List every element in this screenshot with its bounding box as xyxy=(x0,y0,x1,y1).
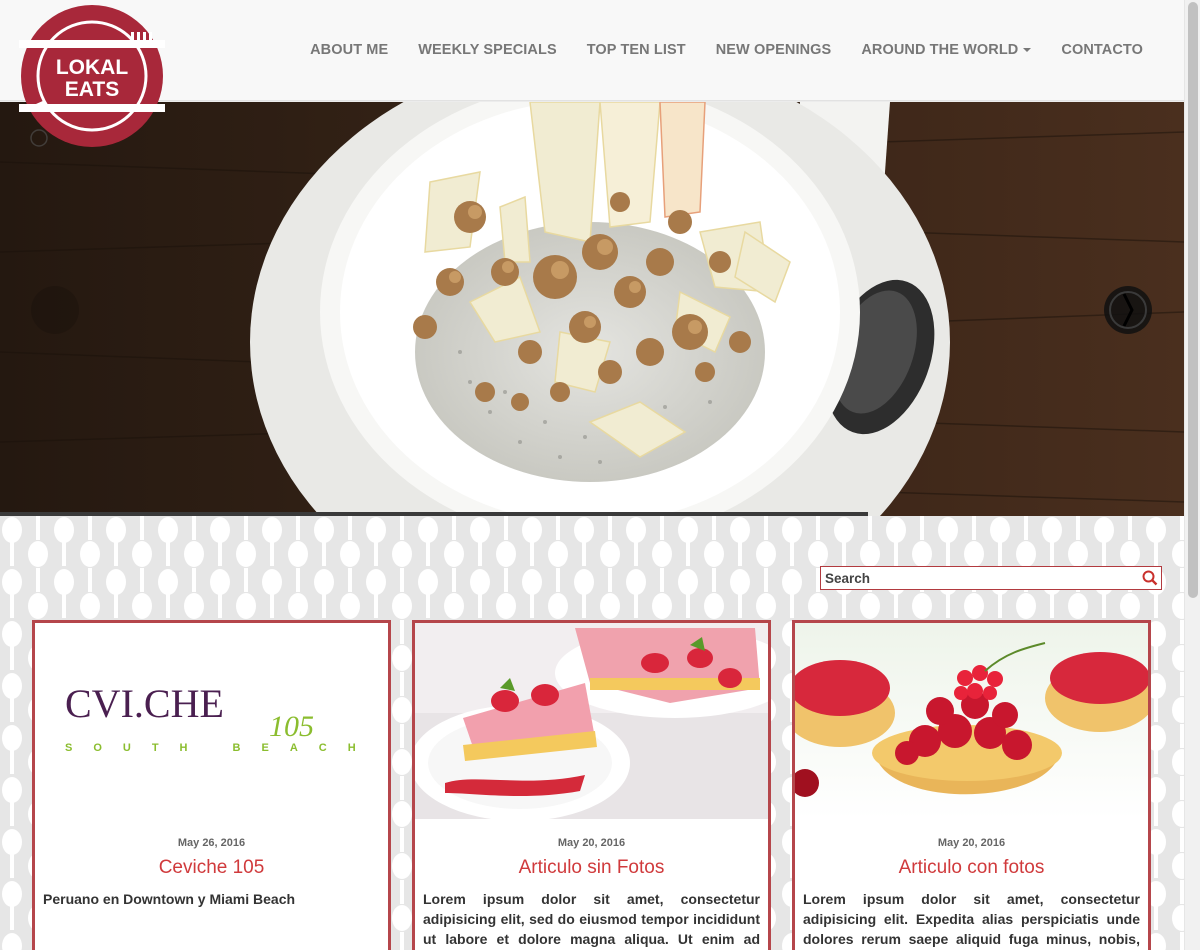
hero-slider xyxy=(0,102,1184,516)
ceviche-logo-number: 105 xyxy=(269,710,314,743)
logo-line2: EATS xyxy=(65,78,119,101)
post-excerpt: Peruano en Downtown y Miami Beach xyxy=(43,891,296,907)
post-title[interactable]: Ceviche 105 xyxy=(35,857,388,879)
nav-new-openings[interactable]: NEW OPENINGS xyxy=(701,38,847,62)
post-thumbnail[interactable]: CVI.CHE 105 SOUTH BEACH xyxy=(35,623,388,819)
site-logo[interactable]: LOKAL EATS xyxy=(19,4,165,148)
post-title[interactable]: Articulo sin Fotos xyxy=(415,857,768,879)
berry-tart-image xyxy=(795,623,1148,819)
ceviche-logo-main: CVI.CHE xyxy=(65,681,224,726)
cheesecake-image xyxy=(415,623,768,819)
content-area: CVI.CHE 105 SOUTH BEACH May 26, 2016 Cev… xyxy=(0,516,1184,950)
logo-line1: LOKAL xyxy=(56,56,128,79)
search-input[interactable] xyxy=(821,568,1139,588)
nav-about-me[interactable]: ABOUT ME xyxy=(295,38,403,62)
nav-around-the-world-label: AROUND THE WORLD xyxy=(861,42,1019,58)
ceviche-logo-sub: SOUTH BEACH xyxy=(65,742,377,754)
page: ABOUT ME WEEKLY SPECIALS TOP TEN LIST NE… xyxy=(0,0,1184,950)
hero-image xyxy=(0,102,1184,516)
nav-weekly-specials[interactable]: WEEKLY SPECIALS xyxy=(403,38,571,62)
post-card-ceviche-105[interactable]: CVI.CHE 105 SOUTH BEACH May 26, 2016 Cev… xyxy=(32,620,391,950)
nav-around-the-world[interactable]: AROUND THE WORLD xyxy=(846,38,1046,62)
post-card-articulo-sin-fotos[interactable]: May 20, 2016 Articulo sin Fotos Lorem ip… xyxy=(412,620,771,950)
post-date: May 26, 2016 xyxy=(177,837,246,849)
nav-top-ten-list[interactable]: TOP TEN LIST xyxy=(572,38,701,62)
post-date: May 20, 2016 xyxy=(937,837,1006,849)
post-card-articulo-con-fotos[interactable]: May 20, 2016 Articulo con fotos Lorem ip… xyxy=(792,620,1151,950)
post-date: May 20, 2016 xyxy=(557,837,626,849)
scrollbar[interactable] xyxy=(1184,0,1200,950)
post-excerpt: Lorem ipsum dolor sit amet, consectetur … xyxy=(803,891,1140,947)
navbar: ABOUT ME WEEKLY SPECIALS TOP TEN LIST NE… xyxy=(0,0,1184,101)
scrollbar-thumb[interactable] xyxy=(1188,2,1198,598)
logo-emblem: LOKAL EATS xyxy=(19,5,165,147)
main-nav: ABOUT ME WEEKLY SPECIALS TOP TEN LIST NE… xyxy=(295,38,1158,62)
post-excerpt: Lorem ipsum dolor sit amet, consectetur … xyxy=(423,891,760,947)
post-title[interactable]: Articulo con fotos xyxy=(795,857,1148,879)
ceviche-logo: CVI.CHE 105 SOUTH BEACH xyxy=(35,623,388,819)
slider-next-button[interactable] xyxy=(1104,286,1152,334)
post-thumbnail[interactable] xyxy=(795,623,1148,819)
chevron-down-icon xyxy=(1023,48,1032,53)
nav-contacto[interactable]: CONTACTO xyxy=(1046,38,1158,62)
post-thumbnail[interactable] xyxy=(415,623,768,819)
slider-prev-button[interactable] xyxy=(31,286,79,334)
search-icon[interactable] xyxy=(1139,567,1161,589)
search-box xyxy=(820,566,1162,590)
